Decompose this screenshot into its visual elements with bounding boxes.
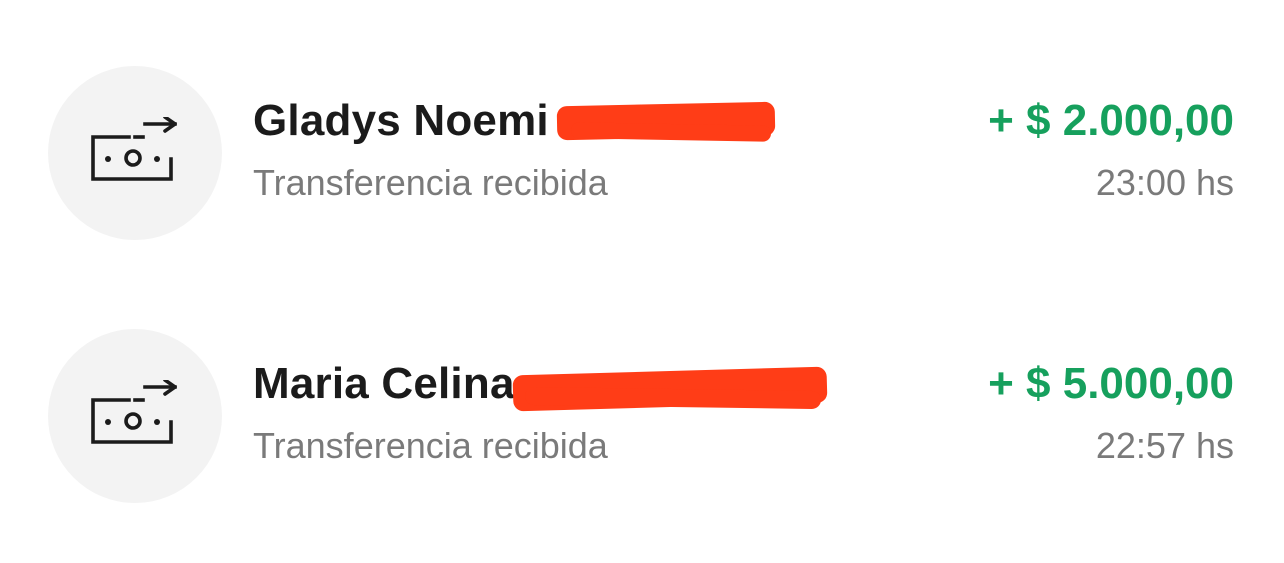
transaction-time: 23:00 hs [1095,162,1234,203]
transaction-list: Gladys Noemi Transferencia recibida + $ … [0,0,1284,563]
money-transfer-icon [91,117,177,181]
transaction-type: Transferencia recibida [253,425,608,466]
transaction-row[interactable]: Maria Celina Transferencia recibida + $ … [0,315,1284,515]
transaction-avatar [48,329,222,503]
sender-name: Maria Celina [253,359,515,408]
sender-name-container: Maria Celina [253,359,828,412]
sender-name: Gladys Noemi [253,96,549,145]
transaction-avatar [48,66,222,240]
money-transfer-icon [91,380,177,444]
transaction-time: 22:57 hs [1095,425,1234,466]
transaction-type: Transferencia recibida [253,162,608,203]
transaction-amount: + $ 5.000,00 [988,359,1234,408]
transaction-row[interactable]: Gladys Noemi Transferencia recibida + $ … [0,52,1284,252]
sender-name-container: Gladys Noemi [253,96,813,148]
transaction-amount: + $ 2.000,00 [988,96,1234,145]
